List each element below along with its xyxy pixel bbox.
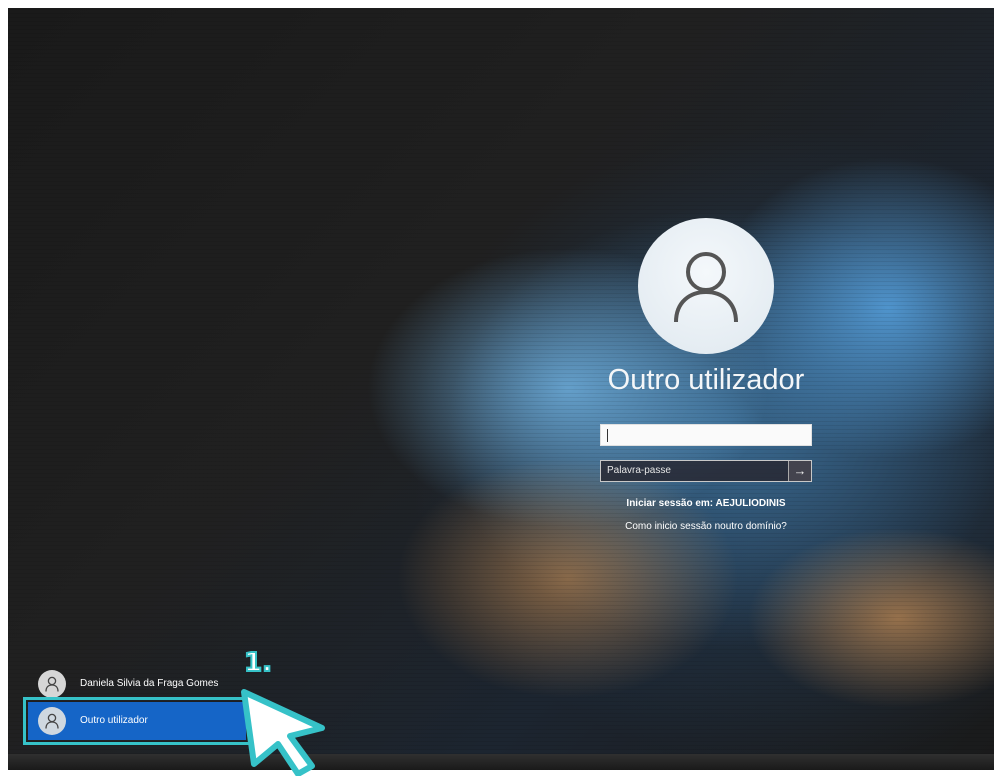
user-avatar-small [38, 670, 66, 698]
password-placeholder: Palavra-passe [607, 465, 671, 476]
password-input[interactable]: Palavra-passe → [600, 460, 812, 482]
user-icon [45, 676, 59, 692]
username-input[interactable] [600, 424, 812, 446]
user-list-item[interactable]: Daniela Silvia da Fraga Gomes [28, 667, 246, 701]
user-icon [674, 252, 738, 323]
annotation-step-number: 1. [243, 647, 273, 679]
lock-screen: Outro utilizador Palavra-passe → Iniciar… [8, 8, 994, 770]
monitor-bezel [8, 754, 994, 770]
user-list-item-label: Daniela Silvia da Fraga Gomes [80, 678, 219, 689]
text-caret [607, 429, 608, 442]
cursor-arrow-icon [241, 689, 325, 776]
user-avatar-small [38, 707, 66, 735]
user-list-item-selected[interactable]: Outro utilizador [23, 697, 251, 745]
user-list-item-label: Outro utilizador [80, 715, 148, 726]
screen-scanlines [8, 8, 994, 770]
signin-domain-text: Iniciar sessão em: AEJULIODINIS [626, 498, 786, 509]
user-icon [45, 713, 59, 729]
selected-user-title: Outro utilizador [607, 364, 805, 396]
other-domain-link[interactable]: Como inicio sessão noutro domínio? [568, 521, 844, 532]
submit-arrow-button[interactable]: → [788, 461, 811, 481]
user-avatar-large [638, 218, 774, 354]
